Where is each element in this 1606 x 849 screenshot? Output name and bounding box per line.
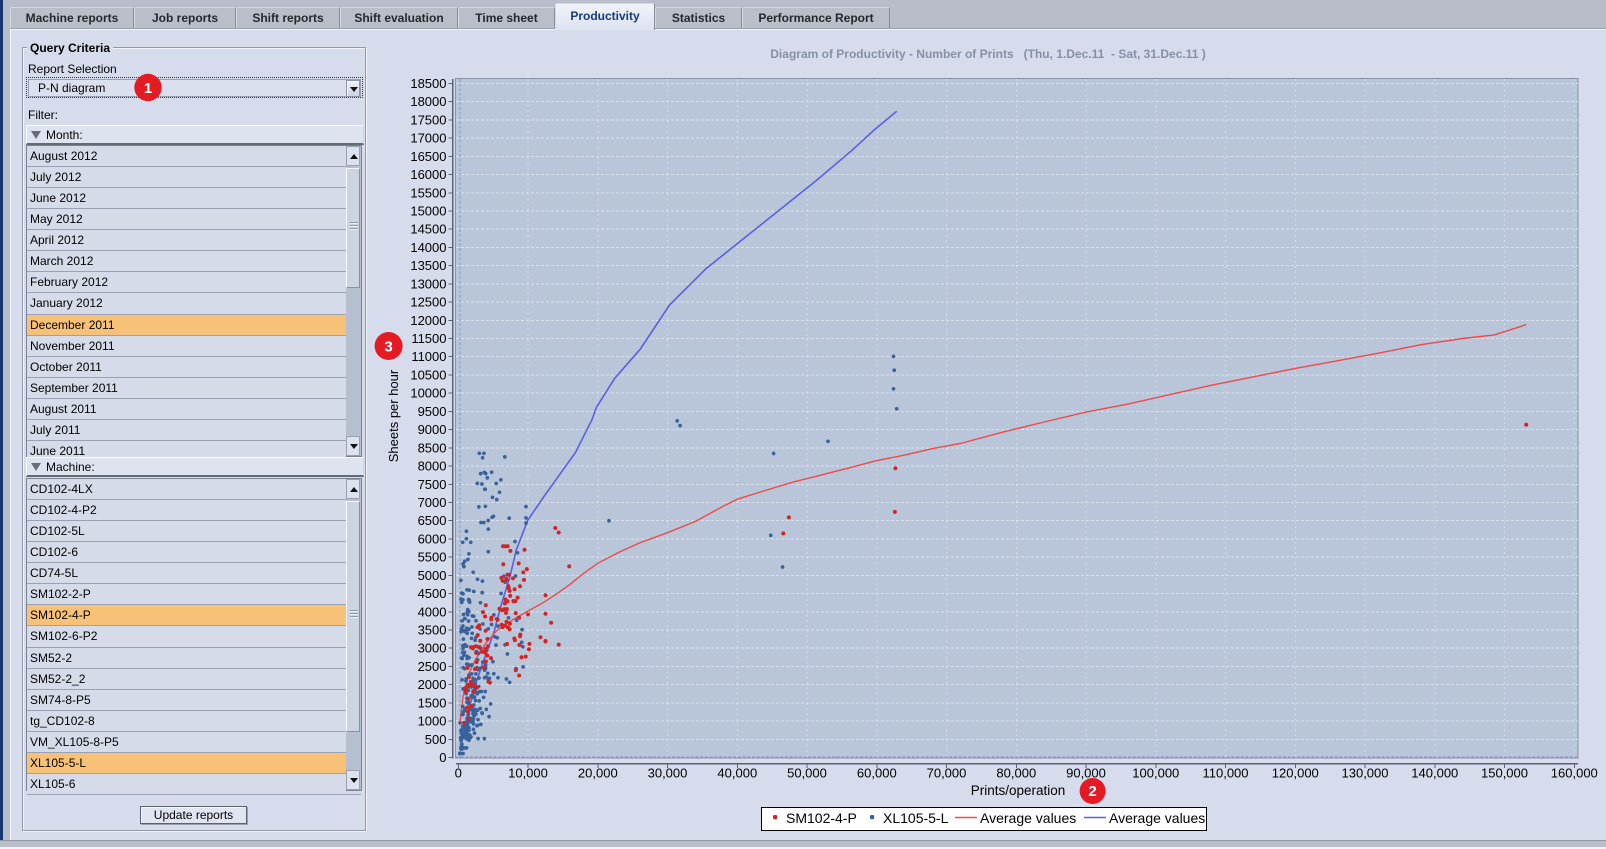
svg-text:16500: 16500 xyxy=(410,149,446,164)
svg-text:3: 3 xyxy=(384,339,392,356)
svg-text:11000: 11000 xyxy=(411,349,446,364)
svg-text:16000: 16000 xyxy=(410,167,446,182)
svg-text:10,000: 10,000 xyxy=(508,766,548,781)
svg-text:Prints/operation: Prints/operation xyxy=(971,783,1066,798)
svg-text:90,000: 90,000 xyxy=(1066,766,1106,781)
svg-text:9500: 9500 xyxy=(418,404,447,419)
svg-text:1500: 1500 xyxy=(418,695,447,710)
svg-text:50,000: 50,000 xyxy=(787,766,827,781)
svg-text:12000: 12000 xyxy=(410,313,446,328)
svg-text:40,000: 40,000 xyxy=(717,766,757,781)
svg-text:17000: 17000 xyxy=(410,131,446,146)
svg-text:160,000: 160,000 xyxy=(1551,766,1598,781)
svg-text:14000: 14000 xyxy=(410,240,446,255)
svg-text:8500: 8500 xyxy=(418,440,447,455)
svg-text:Average values: Average values xyxy=(980,810,1076,826)
svg-text:Average values: Average values xyxy=(1109,810,1205,826)
svg-text:15000: 15000 xyxy=(410,204,446,219)
svg-text:SM102-4-P: SM102-4-P xyxy=(786,810,857,826)
svg-text:14500: 14500 xyxy=(410,222,446,237)
svg-text:4500: 4500 xyxy=(418,586,447,601)
svg-text:150,000: 150,000 xyxy=(1481,766,1528,781)
svg-text:110,000: 110,000 xyxy=(1202,766,1248,781)
svg-text:Sheets per hour: Sheets per hour xyxy=(386,369,401,462)
svg-text:120,000: 120,000 xyxy=(1272,766,1319,781)
svg-text:130,000: 130,000 xyxy=(1342,766,1389,781)
svg-text:2500: 2500 xyxy=(418,659,447,674)
svg-text:20,000: 20,000 xyxy=(578,766,618,781)
svg-text:6000: 6000 xyxy=(418,531,447,546)
svg-text:10000: 10000 xyxy=(410,386,446,401)
svg-text:13500: 13500 xyxy=(410,258,446,273)
svg-text:70,000: 70,000 xyxy=(927,766,967,781)
svg-text:1: 1 xyxy=(144,80,152,97)
svg-text:100,000: 100,000 xyxy=(1132,766,1179,781)
svg-text:8000: 8000 xyxy=(418,459,447,474)
svg-text:4000: 4000 xyxy=(418,604,447,619)
svg-text:60,000: 60,000 xyxy=(857,766,897,781)
svg-text:11500: 11500 xyxy=(411,331,446,346)
svg-text:30,000: 30,000 xyxy=(648,766,688,781)
svg-text:6500: 6500 xyxy=(418,513,447,528)
svg-text:7000: 7000 xyxy=(418,495,447,510)
svg-text:2: 2 xyxy=(1088,783,1096,800)
svg-text:10500: 10500 xyxy=(410,368,446,383)
svg-text:0: 0 xyxy=(455,766,462,781)
svg-text:XL105-5-L: XL105-5-L xyxy=(883,810,949,826)
svg-text:3000: 3000 xyxy=(418,641,447,656)
svg-text:140,000: 140,000 xyxy=(1411,766,1458,781)
svg-text:12500: 12500 xyxy=(410,295,446,310)
svg-text:5000: 5000 xyxy=(418,568,447,583)
svg-text:1000: 1000 xyxy=(418,714,447,729)
svg-text:500: 500 xyxy=(425,732,447,747)
svg-text:0: 0 xyxy=(439,750,446,765)
svg-text:Diagram of Productivity - Numb: Diagram of Productivity - Number of Prin… xyxy=(770,47,1205,61)
svg-text:18000: 18000 xyxy=(410,94,446,109)
svg-text:18500: 18500 xyxy=(410,76,446,91)
svg-text:7500: 7500 xyxy=(418,477,447,492)
svg-text:15500: 15500 xyxy=(410,185,446,200)
svg-text:9000: 9000 xyxy=(418,422,447,437)
svg-text:13000: 13000 xyxy=(410,276,446,291)
svg-text:17500: 17500 xyxy=(410,112,446,127)
svg-text:2000: 2000 xyxy=(418,677,447,692)
svg-text:80,000: 80,000 xyxy=(996,766,1036,781)
svg-text:5500: 5500 xyxy=(418,550,447,565)
svg-text:3500: 3500 xyxy=(418,623,447,638)
